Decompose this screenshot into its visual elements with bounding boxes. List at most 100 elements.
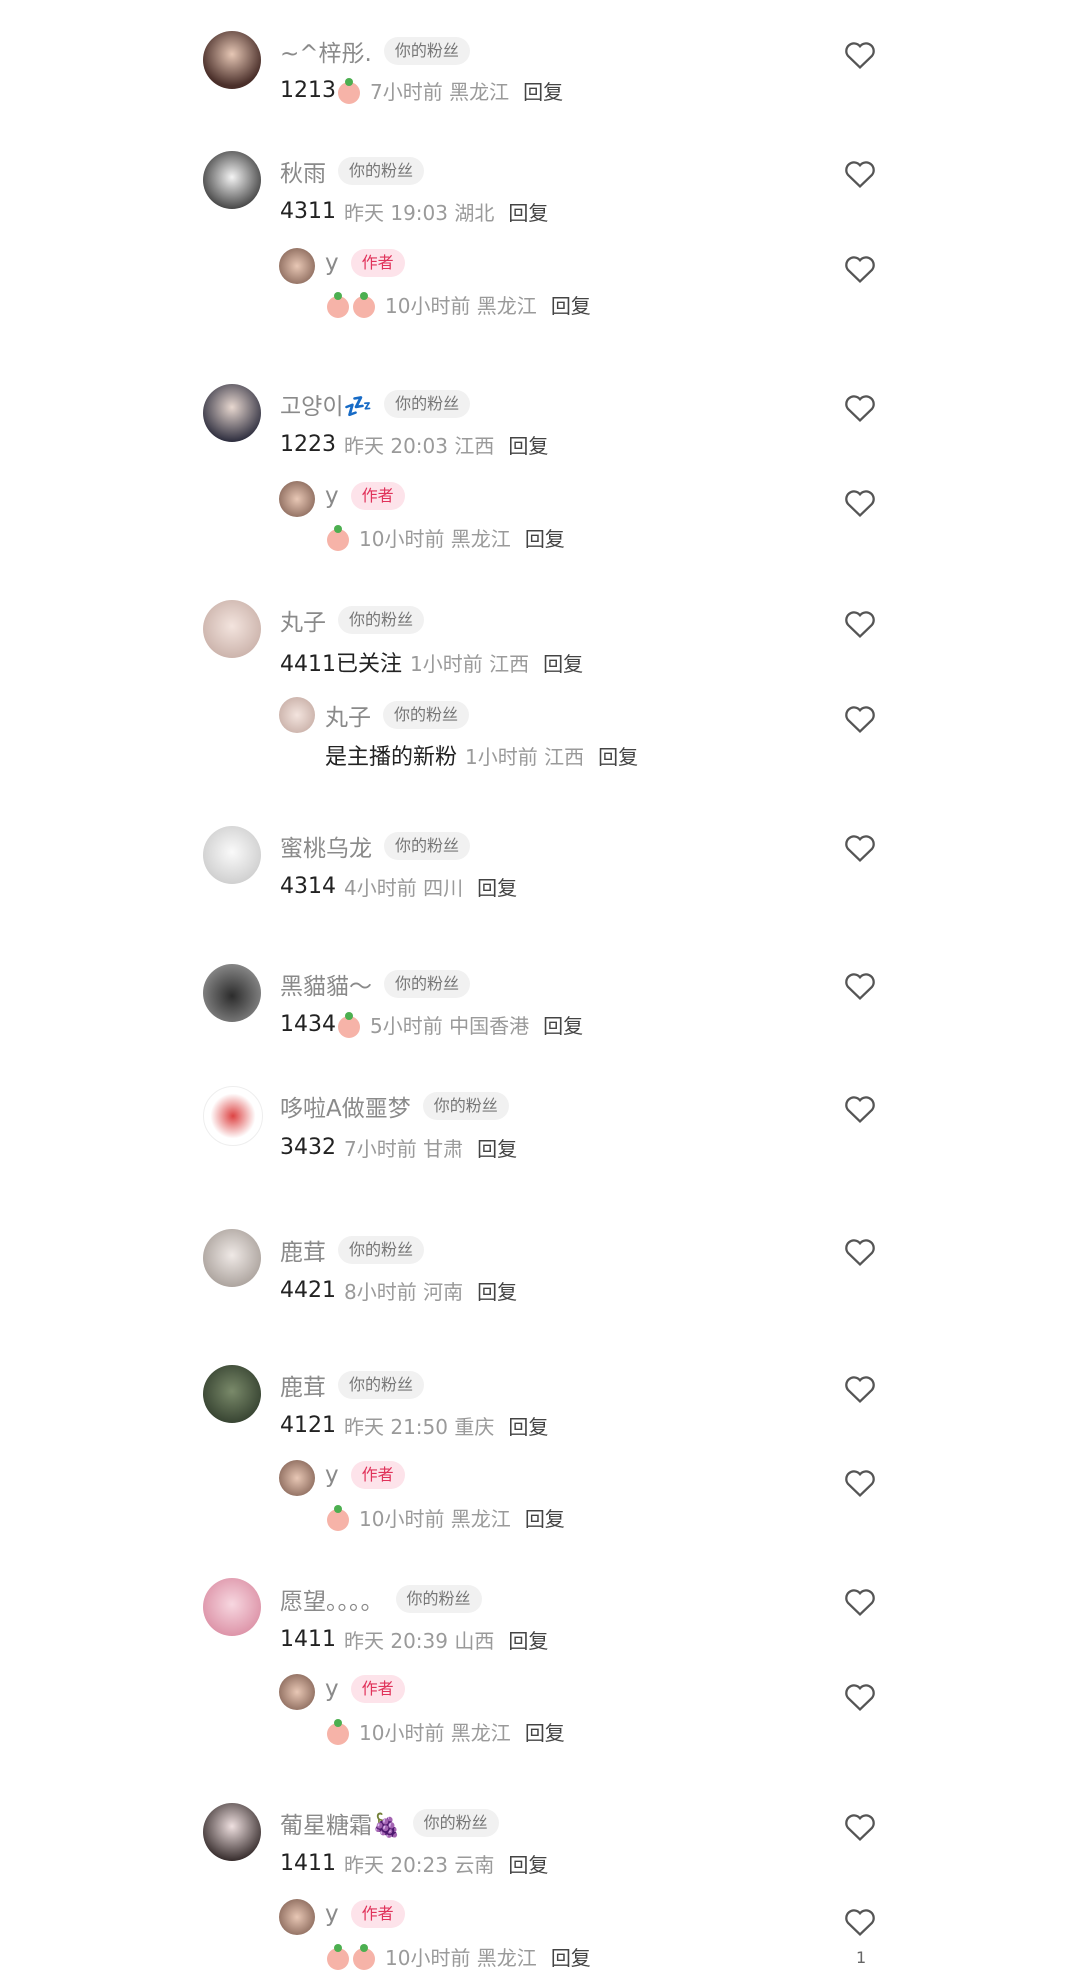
comment-meta: 1小时前 江西 bbox=[410, 651, 530, 676]
author-badge: 作者 bbox=[350, 249, 405, 277]
like-heart-icon[interactable] bbox=[843, 1235, 877, 1267]
avatar[interactable] bbox=[203, 964, 261, 1022]
fan-badge: 你的粉丝 bbox=[384, 832, 471, 860]
comment-meta: 昨天 20:23 云南 bbox=[344, 1853, 495, 1877]
reply-username[interactable]: y bbox=[325, 1901, 339, 1927]
comment-text: 1213 bbox=[280, 78, 336, 103]
reply-avatar[interactable] bbox=[279, 1899, 315, 1935]
avatar[interactable] bbox=[203, 826, 261, 884]
peach-emoji-icon bbox=[325, 1718, 351, 1745]
comment-meta: 昨天 19:03 湖北 bbox=[344, 201, 495, 225]
like-heart-icon[interactable] bbox=[843, 1466, 877, 1498]
avatar[interactable] bbox=[203, 31, 261, 89]
reply-button[interactable]: 回复 bbox=[525, 1503, 565, 1532]
reply-username[interactable]: 丸子 bbox=[325, 698, 371, 732]
like-heart-icon[interactable] bbox=[843, 1680, 877, 1712]
username[interactable]: 蜜桃乌龙 bbox=[280, 829, 372, 863]
username[interactable]: 고양이💤 bbox=[280, 387, 372, 421]
peach-emoji-icon bbox=[325, 524, 351, 551]
like-heart-icon[interactable] bbox=[843, 157, 877, 189]
fan-badge: 你的粉丝 bbox=[338, 1371, 425, 1399]
peach-emoji-icon bbox=[325, 291, 351, 318]
like-heart-icon[interactable] bbox=[843, 702, 877, 734]
username[interactable]: 丸子 bbox=[280, 603, 326, 637]
username[interactable]: 黑貓貓～ bbox=[280, 967, 372, 1001]
peach-emoji-icon bbox=[351, 1943, 377, 1970]
like-heart-icon[interactable] bbox=[843, 1092, 877, 1124]
username[interactable]: 愿望。。。。 bbox=[280, 1582, 384, 1616]
fan-badge: 你的粉丝 bbox=[412, 1809, 499, 1837]
username[interactable]: 哆啦A做噩梦 bbox=[280, 1089, 411, 1123]
reply-button[interactable]: 回复 bbox=[525, 523, 565, 552]
comment-meta: 昨天 20:03 江西 bbox=[344, 434, 495, 458]
like-heart-icon[interactable] bbox=[843, 1585, 877, 1617]
reply-avatar[interactable] bbox=[279, 481, 315, 517]
like-heart-icon[interactable] bbox=[843, 1810, 877, 1842]
like-heart-icon[interactable] bbox=[843, 1905, 877, 1937]
fan-badge: 你的粉丝 bbox=[338, 157, 425, 185]
peach-emoji-icon bbox=[336, 77, 362, 104]
author-badge: 作者 bbox=[350, 1461, 405, 1489]
reply-meta: 10小时前 黑龙江 bbox=[385, 294, 537, 318]
reply-button[interactable]: 回复 bbox=[525, 1717, 565, 1746]
username[interactable]: 鹿茸 bbox=[280, 1368, 326, 1402]
reply-meta: 10小时前 黑龙江 bbox=[359, 1507, 511, 1531]
reply-button[interactable]: 回复 bbox=[508, 1411, 548, 1440]
reply-avatar[interactable] bbox=[279, 1674, 315, 1710]
like-heart-icon[interactable] bbox=[843, 969, 877, 1001]
avatar[interactable] bbox=[203, 384, 261, 442]
fan-badge: 你的粉丝 bbox=[383, 37, 470, 65]
comment-text: 4121 bbox=[280, 1413, 336, 1438]
avatar[interactable] bbox=[203, 151, 261, 209]
reply-button[interactable]: 回复 bbox=[508, 1849, 548, 1878]
reply-button[interactable]: 回复 bbox=[551, 290, 591, 319]
avatar[interactable] bbox=[203, 1086, 263, 1146]
reply-avatar[interactable] bbox=[279, 697, 315, 733]
author-badge: 作者 bbox=[350, 1900, 405, 1928]
avatar[interactable] bbox=[203, 1365, 261, 1423]
username[interactable]: 鹿茸 bbox=[280, 1233, 326, 1267]
fan-badge: 你的粉丝 bbox=[384, 390, 471, 418]
avatar[interactable] bbox=[203, 600, 261, 658]
username[interactable]: 葡星糖霜🍇 bbox=[280, 1806, 401, 1840]
reply-avatar[interactable] bbox=[279, 248, 315, 284]
comment-text: 3432 bbox=[280, 1135, 336, 1160]
like-heart-icon[interactable] bbox=[843, 38, 877, 70]
reply-button[interactable]: 回复 bbox=[508, 1625, 548, 1654]
reply-meta: 10小时前 黑龙江 bbox=[359, 527, 511, 551]
reply-button[interactable]: 回复 bbox=[598, 741, 638, 770]
reply-username[interactable]: y bbox=[325, 1462, 339, 1488]
fan-badge: 你的粉丝 bbox=[384, 970, 471, 998]
reply-meta: 10小时前 黑龙江 bbox=[385, 1946, 537, 1970]
comment-meta: 5小时前 中国香港 bbox=[370, 1014, 530, 1038]
reply-button[interactable]: 回复 bbox=[477, 1133, 517, 1162]
reply-username[interactable]: y bbox=[325, 483, 339, 509]
reply-username[interactable]: y bbox=[325, 1676, 339, 1702]
comment-meta: 4小时前 四川 bbox=[344, 876, 464, 900]
reply-button[interactable]: 回复 bbox=[523, 76, 563, 105]
like-heart-icon[interactable] bbox=[843, 831, 877, 863]
reply-button[interactable]: 回复 bbox=[477, 872, 517, 901]
username[interactable]: 秋雨 bbox=[280, 154, 326, 188]
like-heart-icon[interactable] bbox=[843, 391, 877, 423]
like-heart-icon[interactable] bbox=[843, 1372, 877, 1404]
reply-button[interactable]: 回复 bbox=[543, 648, 583, 677]
like-heart-icon[interactable] bbox=[843, 252, 877, 284]
reply-button[interactable]: 回复 bbox=[551, 1942, 591, 1971]
comment-text: 4411已关注 bbox=[280, 652, 402, 677]
avatar[interactable] bbox=[203, 1229, 261, 1287]
reply-button[interactable]: 回复 bbox=[477, 1276, 517, 1305]
avatar[interactable] bbox=[203, 1803, 261, 1861]
reply-button[interactable]: 回复 bbox=[508, 430, 548, 459]
like-heart-icon[interactable] bbox=[843, 486, 877, 518]
like-heart-icon[interactable] bbox=[843, 607, 877, 639]
reply-button[interactable]: 回复 bbox=[543, 1010, 583, 1039]
reply-username[interactable]: y bbox=[325, 250, 339, 276]
username[interactable]: ~^梓彤. bbox=[280, 34, 372, 68]
avatar[interactable] bbox=[203, 1578, 261, 1636]
reply-button[interactable]: 回复 bbox=[508, 197, 548, 226]
reply-avatar[interactable] bbox=[279, 1460, 315, 1496]
fan-badge: 你的粉丝 bbox=[395, 1585, 482, 1613]
comment-text: 1223 bbox=[280, 432, 336, 457]
comment-text: 1411 bbox=[280, 1851, 336, 1876]
